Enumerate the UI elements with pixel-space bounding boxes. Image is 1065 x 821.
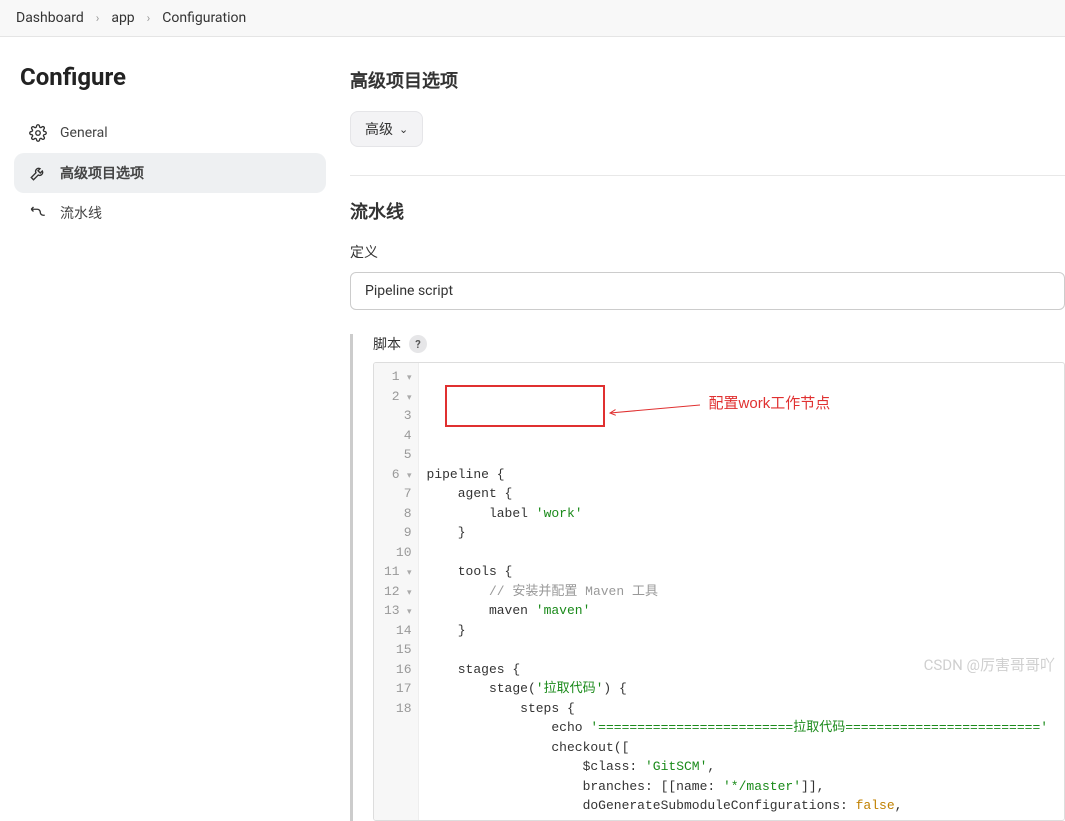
sidebar-item-advanced[interactable]: 高级项目选项: [14, 153, 326, 193]
section-pipeline: 流水线 定义 Pipeline script 脚本 ? 1 ▾2 ▾3456 ▾…: [350, 198, 1065, 821]
chevron-right-icon: ›: [147, 11, 151, 25]
sidebar-item-label: General: [60, 125, 108, 141]
section-advanced: 高级项目选项 高级 ⌄: [350, 67, 1065, 147]
sidebar-item-general[interactable]: General: [14, 113, 326, 153]
annotation-text: 配置work工作节点: [709, 393, 831, 416]
wrench-icon: [28, 163, 48, 183]
breadcrumb-item[interactable]: app: [111, 10, 134, 26]
select-value: Pipeline script: [365, 283, 453, 299]
button-label: 高级: [365, 119, 393, 139]
sidebar-item-label: 流水线: [60, 203, 102, 223]
chevron-down-icon: ⌄: [399, 123, 408, 136]
chevron-right-icon: ›: [96, 11, 100, 25]
script-editor[interactable]: 1 ▾2 ▾3456 ▾7891011 ▾12 ▾13 ▾1415161718 …: [373, 362, 1065, 821]
script-section: 脚本 ? 1 ▾2 ▾3456 ▾7891011 ▾12 ▾13 ▾141516…: [350, 334, 1065, 821]
help-icon[interactable]: ?: [409, 335, 427, 353]
annotation-arrow: [605, 393, 705, 423]
gear-icon: [28, 123, 48, 143]
breadcrumb-item[interactable]: Configuration: [162, 10, 246, 26]
breadcrumb: Dashboard › app › Configuration: [0, 0, 1065, 37]
sidebar-item-label: 高级项目选项: [60, 163, 144, 183]
divider: [350, 175, 1065, 176]
code-area[interactable]: 配置work工作节点 pipeline { agent { label 'wor…: [419, 363, 1064, 820]
line-gutter: 1 ▾2 ▾3456 ▾7891011 ▾12 ▾13 ▾1415161718: [374, 363, 419, 820]
script-label: 脚本: [373, 334, 401, 354]
advanced-button[interactable]: 高级 ⌄: [350, 111, 423, 147]
sidebar-item-pipeline[interactable]: 流水线: [14, 193, 326, 233]
annotation-box: [445, 385, 605, 427]
section-title: 高级项目选项: [350, 67, 1065, 93]
breadcrumb-item[interactable]: Dashboard: [16, 10, 84, 26]
sidebar: Configure General 高级项目选项 流水线: [0, 37, 340, 821]
pipeline-icon: [28, 203, 48, 223]
page-title: Configure: [20, 63, 320, 91]
watermark: CSDN @厉害哥哥吖: [924, 654, 1055, 675]
main-content: 高级项目选项 高级 ⌄ 流水线 定义 Pipeline script 脚本 ? …: [340, 37, 1065, 821]
definition-label: 定义: [350, 242, 1065, 262]
section-title: 流水线: [350, 198, 1065, 224]
definition-select[interactable]: Pipeline script: [350, 272, 1065, 310]
